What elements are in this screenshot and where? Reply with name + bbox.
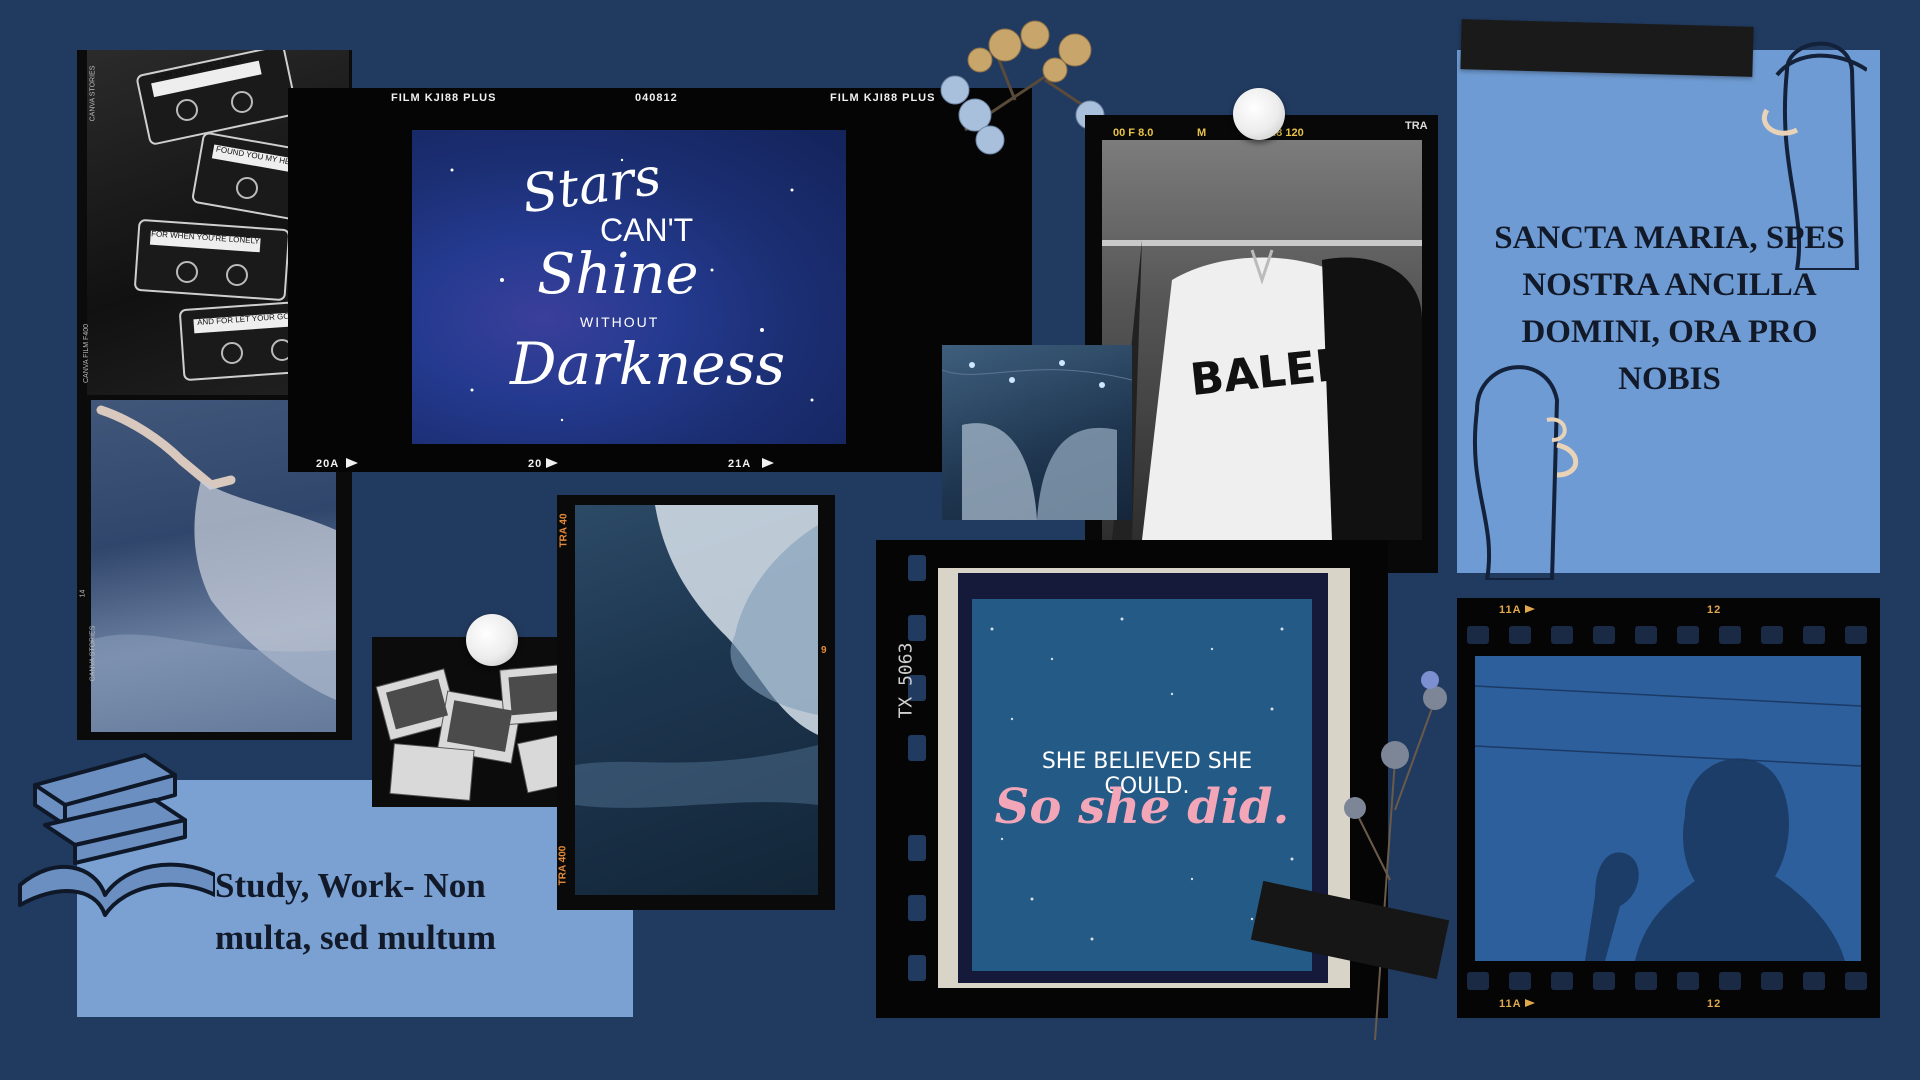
film-bottom-center: 20 (528, 458, 543, 470)
film-perforation (908, 615, 926, 641)
film-perforation (1509, 626, 1531, 644)
right-film-bottom-right: 12 (1707, 998, 1722, 1010)
film-perforation (1719, 626, 1741, 644)
film-perforation (1803, 972, 1825, 990)
waves-film-frame: TRA 40 TRA 400 9 (557, 495, 835, 910)
film-perforation (1761, 972, 1783, 990)
arrow-icon (546, 458, 558, 468)
film-perforation (908, 835, 926, 861)
dried-thistle-decoration (1344, 671, 1447, 1040)
quote-shine: Shine (537, 242, 699, 307)
prayer-text: SANCTA MARIA, SPES NOSTRA ANCILLA DOMINI… (1494, 220, 1845, 397)
film-perforation (908, 555, 926, 581)
waves-illustration (575, 505, 818, 808)
film-perforation (1845, 626, 1867, 644)
top-film-frame: FILM KJI88 PLUS 040812 FILM KJI88 PLUS S… (288, 88, 1032, 472)
film-perforation (908, 735, 926, 761)
film-perforation (1551, 626, 1573, 644)
jacket-film-frame: 00 F 8.0 M 1.8 120 TRA BALENC (1085, 115, 1438, 573)
film-label-center: 040812 (635, 92, 678, 104)
arrow-icon (1525, 605, 1535, 613)
prayer-box: SANCTA MARIA, SPES NOSTRA ANCILLA DOMINI… (1457, 41, 1880, 580)
film-perforation (1593, 626, 1615, 644)
film-perforation (1761, 626, 1783, 644)
center-film-side-text: TX 5063 (895, 642, 917, 719)
books-icon (18, 753, 215, 917)
right-film-strip: 11A 12 11A 12 (1457, 598, 1880, 1018)
pushpin-icon (1233, 88, 1285, 140)
quote-darkness: Darkness (510, 330, 786, 398)
film-perforation (1593, 972, 1615, 990)
arrow-icon (1525, 999, 1535, 1007)
strip-number: 14 (79, 589, 87, 598)
film-perforation (1467, 972, 1489, 990)
right-film-top-right: 12 (1707, 604, 1722, 616)
stars-quote-image: Stars CAN'T Shine WITHOUT Darkness (412, 130, 846, 444)
jacket-film-text-4: TRA (1405, 120, 1428, 132)
film-bottom-right: 21A (728, 458, 752, 470)
film-perforation (1803, 626, 1825, 644)
waves-photo (575, 505, 818, 895)
waves-side-right: 9 (821, 645, 827, 656)
silhouette-photo (1475, 656, 1861, 961)
film-bottom-left: 20A (316, 458, 340, 470)
tape-decoration (1460, 19, 1754, 77)
film-perforation (1719, 972, 1741, 990)
right-film-bottom-left: 11A (1499, 998, 1522, 1010)
film-label-left: FILM KJI88 PLUS (391, 92, 497, 104)
film-perforation (908, 895, 926, 921)
arrow-icon (762, 458, 774, 468)
book-lights-photo (942, 345, 1132, 520)
strip-text-mid: CANVA FILM F400 (83, 323, 91, 384)
film-perforation (1677, 626, 1699, 644)
jacket-film-text-2: M (1197, 127, 1207, 139)
arrow-icon (346, 458, 358, 468)
jacket-photo: BALENC (1102, 140, 1422, 540)
film-perforation (1467, 626, 1489, 644)
film-perforation (908, 955, 926, 981)
jacket-film-text-1: 00 F 8.0 (1113, 127, 1154, 139)
film-perforation (1845, 972, 1867, 990)
book-illustration (942, 360, 1132, 520)
silhouette-illustration (1475, 685, 1861, 961)
strip-text-bottom: CANVA STORIES (89, 625, 97, 682)
pushpin-icon (466, 614, 518, 666)
waves-side-top: TRA 40 (558, 513, 570, 548)
film-perforation (1635, 972, 1657, 990)
quote-without: WITHOUT (580, 314, 660, 330)
film-perforation (1635, 626, 1657, 644)
film-perforation (1509, 972, 1531, 990)
poster-line2: So she did. (994, 779, 1290, 835)
right-film-top-left: 11A (1499, 604, 1522, 616)
strip-text-top: CANVA STORIES (89, 65, 97, 122)
film-label-right: FILM KJI88 PLUS (830, 92, 936, 104)
waves-side-bottom: TRA 400 (557, 845, 569, 886)
film-perforation (1677, 972, 1699, 990)
film-perforation (1551, 972, 1573, 990)
study-text: Study, Work- Non multa, sed multum (215, 866, 496, 957)
